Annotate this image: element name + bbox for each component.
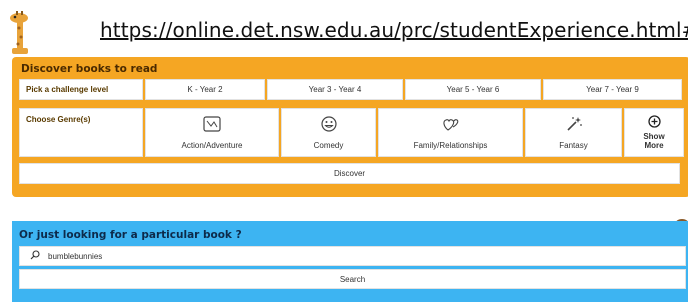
discover-heading: Discover books to read [21, 63, 158, 75]
hearts-icon [441, 113, 461, 135]
magic-wand-icon [565, 113, 583, 135]
search-heading: Or just looking for a particular book ? [19, 229, 242, 241]
giraffe-logo-icon [10, 11, 28, 54]
plus-circle-icon [647, 115, 661, 130]
discover-panel: Discover books to read Pick a challenge … [12, 57, 688, 197]
genre-fantasy-button[interactable]: Fantasy [525, 108, 622, 157]
search-input[interactable] [48, 251, 348, 261]
show-more-line2: More [644, 141, 664, 150]
genre-action-adventure-button[interactable]: Action/Adventure [145, 108, 279, 157]
level-year7-year9-button[interactable]: Year 7 - Year 9 [543, 79, 682, 100]
level-year3-year4-button[interactable]: Year 3 - Year 4 [267, 79, 403, 100]
search-field[interactable] [19, 246, 686, 266]
show-more-line1: Show [643, 132, 665, 141]
page-url[interactable]: https://online.det.nsw.edu.au/prc/studen… [100, 18, 688, 42]
smiley-icon [320, 113, 338, 135]
search-panel: Or just looking for a particular book ? … [12, 221, 688, 302]
map-icon [202, 113, 222, 135]
level-year5-year6-button[interactable]: Year 5 - Year 6 [405, 79, 541, 100]
search-button[interactable]: Search [19, 269, 686, 289]
level-k-year2-button[interactable]: K - Year 2 [145, 79, 265, 100]
genre-comedy-button[interactable]: Comedy [281, 108, 376, 157]
genre-label-text: Comedy [313, 141, 344, 150]
discover-button[interactable]: Discover [19, 163, 680, 184]
genre-label-text: Family/Relationships [413, 141, 488, 150]
genre-label-text: Fantasy [559, 141, 588, 150]
genre-label: Choose Genre(s) [19, 108, 143, 157]
challenge-level-label: Pick a challenge level [19, 79, 143, 100]
search-icon [30, 247, 40, 265]
genre-row: Choose Genre(s) Action/Adventure Comedy … [19, 108, 684, 157]
genre-label-text: Action/Adventure [181, 141, 243, 150]
show-more-genres-button[interactable]: Show More [624, 108, 684, 157]
genre-family-relationships-button[interactable]: Family/Relationships [378, 108, 523, 157]
challenge-level-row: Pick a challenge level K - Year 2 Year 3… [19, 79, 682, 100]
